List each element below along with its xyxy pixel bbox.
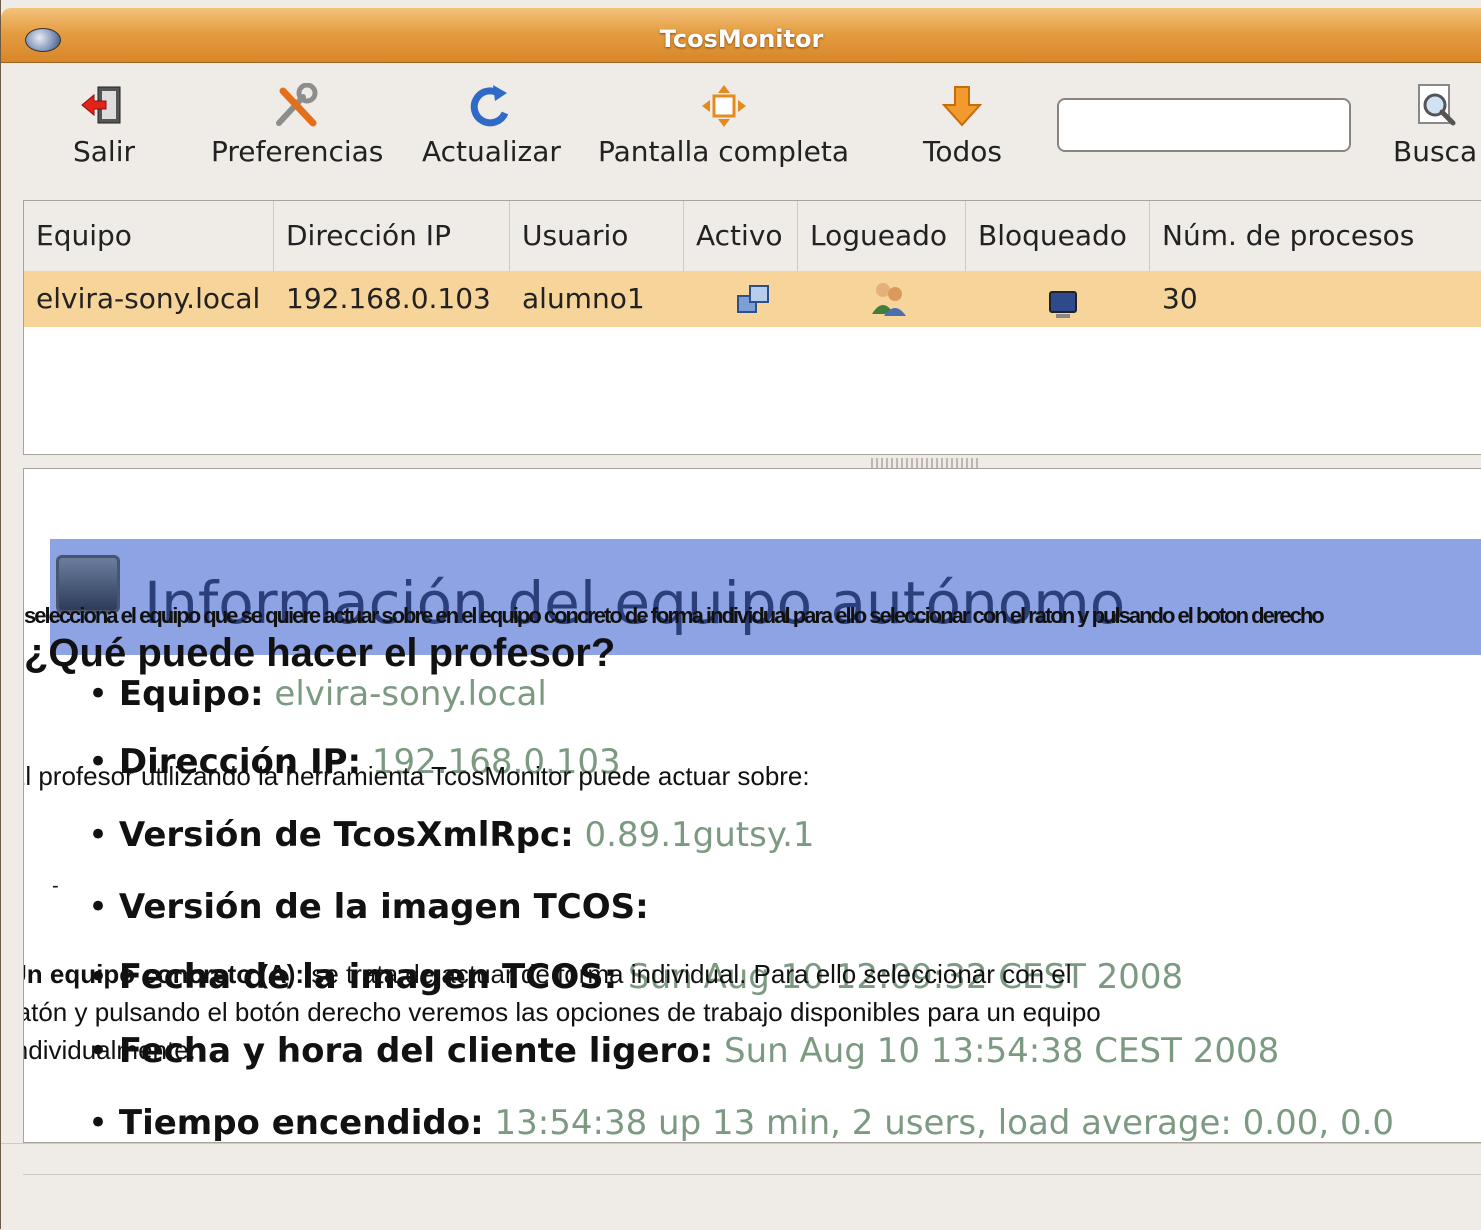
info-value: Sun Aug 10 13:54:38 CEST 2008 bbox=[724, 1031, 1280, 1071]
arrow-down-icon bbox=[938, 83, 986, 129]
all-button[interactable]: Todos bbox=[923, 83, 1002, 168]
status-bar bbox=[1, 1143, 1481, 1230]
refresh-button[interactable]: Actualizar bbox=[422, 83, 561, 168]
fullscreen-button[interactable]: Pantalla completa bbox=[598, 83, 849, 168]
info-item-uptime: • Tiempo encendido: 13:54:38 up 13 min, … bbox=[88, 1103, 1395, 1143]
search-button[interactable]: Busca bbox=[1393, 83, 1477, 168]
title-bar[interactable]: TcosMonitor bbox=[1, 8, 1481, 63]
info-label: Versión de TcosXmlRpc: bbox=[118, 815, 574, 855]
overlay-intro-text: El profesor utilizando la herramienta Tc… bbox=[23, 761, 810, 791]
hosts-table[interactable]: Equipo Dirección IP Usuario Activo Logue… bbox=[23, 200, 1481, 455]
overlay-question-heading: ¿Qué puede hacer el profesor? bbox=[24, 631, 616, 675]
fullscreen-icon bbox=[700, 83, 748, 129]
column-header-procesos[interactable]: Núm. de procesos bbox=[1150, 201, 1481, 271]
cell-equipo: elvira-sony.local bbox=[36, 282, 261, 315]
table-row[interactable]: elvira-sony.local 192.168.0.103 alumno1 bbox=[24, 271, 1481, 327]
window-title: TcosMonitor bbox=[659, 25, 824, 53]
screen-icon bbox=[1034, 283, 1082, 339]
info-panel: Información del equipo autónomo seleccio… bbox=[23, 468, 1481, 1143]
info-item-xmlrpc: • Versión de TcosXmlRpc: 0.89.1gutsy.1 bbox=[88, 815, 815, 855]
overlay-paragraph-line-3: individualmente. bbox=[23, 1035, 196, 1065]
overlay-paragraph-line-1: Un equipo concreto (A): se trata de actu… bbox=[23, 959, 1072, 990]
toolbar: Salir Preferencias Actualizar Pantalla c… bbox=[1, 63, 1481, 185]
exit-label: Salir bbox=[73, 135, 136, 168]
info-item-equipo: • Equipo: elvira-sony.local bbox=[88, 674, 547, 714]
column-header-ip[interactable]: Dirección IP bbox=[274, 201, 510, 271]
cell-usuario: alumno1 bbox=[522, 282, 645, 315]
table-header: Equipo Dirección IP Usuario Activo Logue… bbox=[24, 201, 1481, 272]
info-item-image-version: • Versión de la imagen TCOS: bbox=[88, 887, 649, 927]
info-label: Versión de la imagen TCOS: bbox=[118, 887, 649, 927]
active-icon bbox=[724, 281, 772, 337]
info-label: Equipo: bbox=[118, 674, 264, 714]
cell-ip: 192.168.0.103 bbox=[286, 282, 491, 315]
overlay-dash: - bbox=[52, 875, 59, 897]
column-header-activo[interactable]: Activo bbox=[684, 201, 798, 271]
info-label: Fecha y hora del cliente ligero: bbox=[118, 1031, 714, 1071]
info-value: elvira-sony.local bbox=[274, 674, 547, 714]
status-bar-divider bbox=[23, 1174, 1481, 1175]
exit-button[interactable]: Salir bbox=[73, 83, 135, 168]
preferences-button[interactable]: Preferencias bbox=[211, 82, 384, 168]
overlay-paragraph-line-2: ratón y pulsando el botón derecho veremo… bbox=[23, 997, 1101, 1027]
column-header-bloqueado[interactable]: Bloqueado bbox=[966, 201, 1150, 271]
overlay-paragraph-bold: Un equipo concreto (A): bbox=[23, 959, 305, 989]
search-label: Busca bbox=[1393, 135, 1478, 168]
preferences-label: Preferencias bbox=[211, 135, 384, 168]
all-label: Todos bbox=[923, 135, 1002, 168]
search-icon bbox=[1411, 83, 1459, 129]
exit-icon bbox=[80, 83, 128, 129]
info-value: 0.89.1gutsy.1 bbox=[584, 815, 815, 855]
fullscreen-label: Pantalla completa bbox=[598, 135, 850, 168]
search-input[interactable] bbox=[1057, 98, 1351, 152]
refresh-icon bbox=[467, 83, 515, 129]
column-header-logueado[interactable]: Logueado bbox=[798, 201, 966, 271]
column-header-usuario[interactable]: Usuario bbox=[510, 201, 684, 271]
preferences-icon bbox=[273, 82, 321, 129]
overlay-garbled-text: selecciona el equipo que se quiere actua… bbox=[24, 605, 1325, 627]
info-value: 13:54:38 up 13 min, 2 users, load averag… bbox=[494, 1103, 1395, 1143]
users-icon bbox=[858, 279, 908, 335]
tcosmonitor-window: TcosMonitor Salir Preferencias Actualiza… bbox=[0, 0, 1481, 1230]
info-item-client-date: • Fecha y hora del cliente ligero: Sun A… bbox=[88, 1031, 1280, 1071]
overlay-paragraph-rest: se trata de actuar de forma individual. … bbox=[304, 959, 1072, 989]
info-label: Tiempo encendido: bbox=[118, 1103, 484, 1143]
column-header-equipo[interactable]: Equipo bbox=[24, 201, 274, 271]
cell-procesos: 30 bbox=[1162, 282, 1198, 315]
refresh-label: Actualizar bbox=[422, 135, 561, 168]
